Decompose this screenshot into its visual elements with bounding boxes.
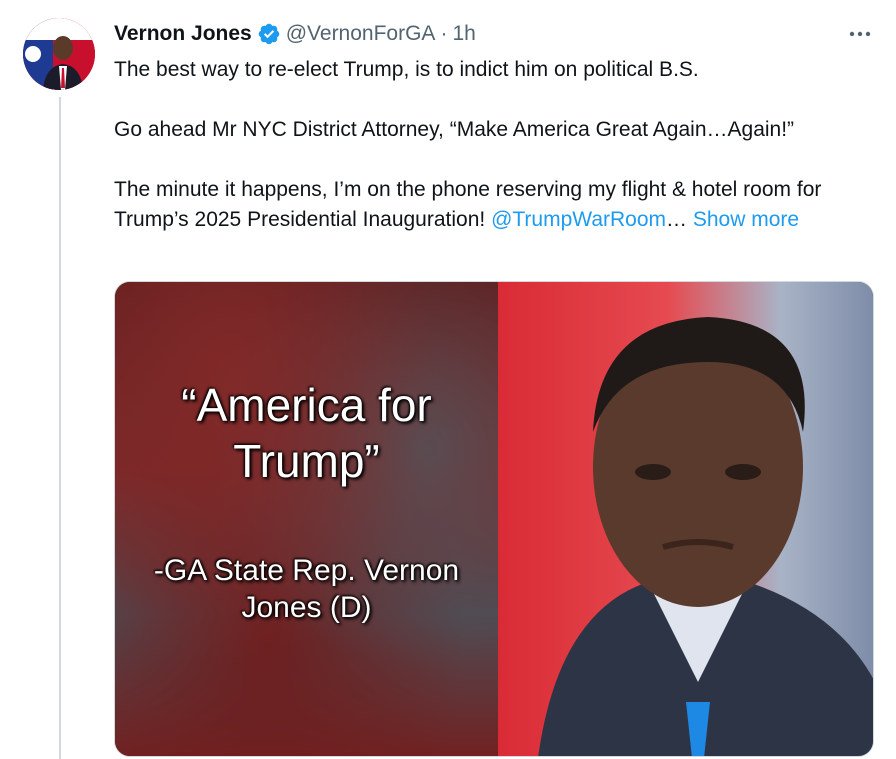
- mention-link[interactable]: @TrumpWarRoom: [491, 208, 666, 231]
- verified-badge-icon[interactable]: [257, 22, 281, 46]
- tweet-paragraph-2: Go ahead Mr NYC District Attorney, “Make…: [114, 118, 795, 141]
- tweet-timestamp[interactable]: 1h: [452, 22, 475, 46]
- avatar-image: [23, 18, 95, 90]
- tweet-paragraph-1: The best way to re-elect Trump, is to in…: [114, 58, 699, 81]
- media-attribution-text: -GA State Rep. Vernon Jones (D): [153, 554, 460, 624]
- thread-line: [59, 97, 61, 759]
- media-left-overlay: [115, 282, 498, 756]
- author-handle[interactable]: @VernonForGA: [286, 22, 436, 46]
- tweet-header: Vernon Jones @VernonForGA · 1h: [114, 20, 876, 48]
- tweet-text: The best way to re-elect Trump, is to in…: [114, 55, 874, 235]
- more-options-icon[interactable]: [844, 20, 876, 48]
- separator-dot: ·: [440, 22, 448, 45]
- author-name[interactable]: Vernon Jones: [114, 22, 252, 46]
- ellipsis: …: [666, 208, 693, 231]
- media-quote-text: “America for Trump”: [181, 379, 432, 487]
- portrait-photo: [538, 317, 873, 756]
- show-more-link[interactable]: Show more: [693, 208, 799, 231]
- avatar[interactable]: [23, 18, 95, 90]
- media-image[interactable]: “America for Trump” -GA State Rep. Verno…: [114, 281, 874, 757]
- tweet-paragraph-3: The minute it happens, I’m on the phone …: [114, 175, 874, 235]
